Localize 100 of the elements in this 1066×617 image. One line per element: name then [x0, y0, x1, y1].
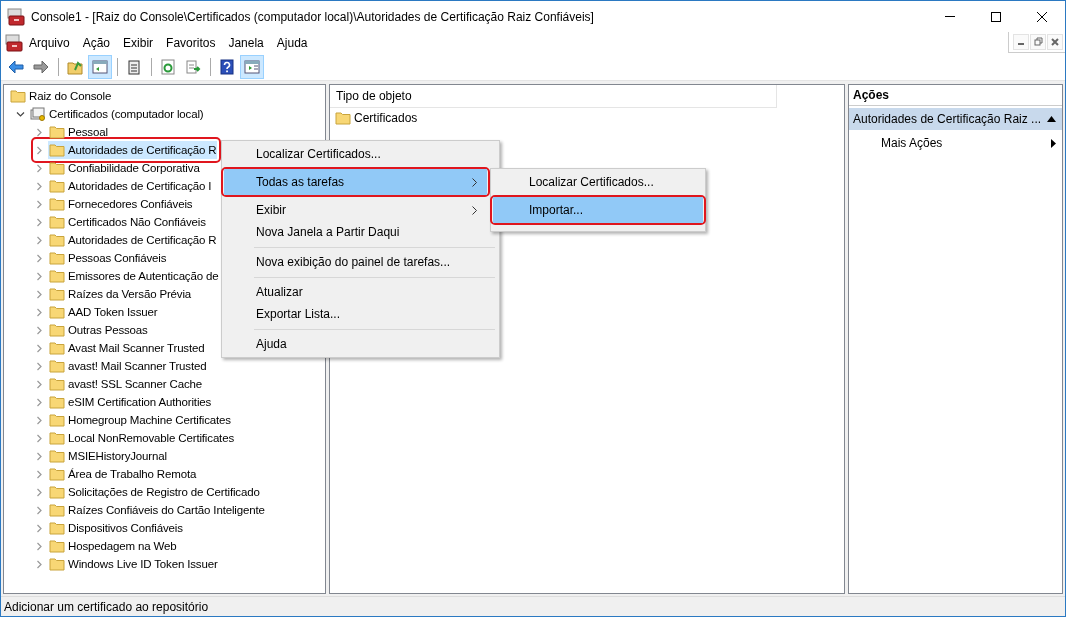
tree-item[interactable]: Dispositivos Confiáveis: [48, 519, 184, 537]
folder-icon: [49, 143, 65, 157]
expand-chevron-icon[interactable]: [35, 361, 44, 371]
tree-item[interactable]: MSIEHistoryJournal: [48, 447, 168, 465]
expand-chevron-icon[interactable]: [35, 397, 44, 407]
minimize-button[interactable]: [1013, 33, 1029, 50]
menu-item[interactable]: Localizar Certificados...: [493, 171, 703, 193]
tree-item[interactable]: Solicitações de Registro de Certificado: [48, 483, 261, 501]
expand-chevron-icon[interactable]: [35, 127, 44, 137]
column-header[interactable]: Tipo de objeto: [330, 85, 777, 108]
tree-item[interactable]: Pessoal: [48, 123, 109, 141]
expand-chevron-icon[interactable]: [35, 469, 44, 479]
tree-item[interactable]: Pessoas Confiáveis: [48, 249, 168, 267]
maximize-icon: [991, 11, 1001, 22]
tree-item[interactable]: Fornecedores Confiáveis: [48, 195, 194, 213]
folder-icon: [49, 395, 65, 409]
menu-item[interactable]: Exibir: [224, 199, 487, 221]
expand-chevron-icon[interactable]: [35, 235, 44, 245]
expand-chevron-icon[interactable]: [35, 433, 44, 443]
expand-chevron-icon[interactable]: [35, 505, 44, 515]
menu-item[interactable]: Favoritos: [160, 33, 222, 53]
expand-chevron-icon[interactable]: [35, 541, 44, 551]
menu-item[interactable]: Nova Janela a Partir Daqui: [224, 221, 487, 243]
action-item[interactable]: Mais Ações: [849, 132, 1062, 154]
expand-chevron-icon[interactable]: [35, 451, 44, 461]
expand-chevron-icon[interactable]: [35, 307, 44, 317]
expand-chevron-icon[interactable]: [35, 271, 44, 281]
expand-chevron-icon[interactable]: [35, 523, 44, 533]
tree-item-label: Raiz do Console: [29, 90, 112, 102]
folder-icon: [49, 521, 65, 535]
tree-item-label: Raízes da Versão Prévia: [68, 288, 192, 300]
tree-item[interactable]: Raízes Confiáveis do Cartão Inteligente: [48, 501, 266, 519]
menu-item[interactable]: Ajuda: [270, 33, 314, 53]
back-arrow-icon: [8, 59, 24, 75]
close-button[interactable]: [1047, 33, 1063, 50]
collapse-chevron-icon[interactable]: [16, 109, 25, 119]
tree-item[interactable]: Certificados (computador local): [29, 105, 205, 123]
expand-chevron-icon[interactable]: [35, 145, 44, 155]
tree-item[interactable]: Certificados Não Confiáveis: [48, 213, 207, 231]
expand-chevron-icon[interactable]: [35, 487, 44, 497]
folder-icon: [49, 125, 65, 139]
tree-item[interactable]: avast! SSL Scanner Cache: [48, 375, 204, 393]
restore-button[interactable]: [1030, 33, 1046, 50]
tree-item[interactable]: eSIM Certification Authorities: [48, 393, 213, 411]
expand-chevron-icon[interactable]: [35, 163, 44, 173]
menu-item[interactable]: Janela: [222, 33, 270, 53]
actions-section-header[interactable]: Autoridades de Certificação Raiz ...: [849, 108, 1062, 130]
expand-chevron-icon[interactable]: [35, 217, 44, 227]
tree-item[interactable]: Raízes da Versão Prévia: [48, 285, 193, 303]
tree-item[interactable]: Autoridades de Certificação R: [48, 231, 218, 249]
folder-icon: [49, 485, 65, 499]
folder-icon: [49, 287, 65, 301]
menu-item[interactable]: Todas as tarefas: [224, 169, 487, 195]
tree-item-label: Outras Pessoas: [68, 324, 148, 336]
menu-item[interactable]: Exportar Lista...: [224, 303, 487, 325]
expand-chevron-icon[interactable]: [35, 415, 44, 425]
tree-item[interactable]: AAD Token Issuer: [48, 303, 159, 321]
tree-item[interactable]: Área de Trabalho Remota: [48, 465, 198, 483]
tree-item[interactable]: Homegroup Machine Certificates: [48, 411, 232, 429]
expand-chevron-icon[interactable]: [35, 199, 44, 209]
submenu-triangle-icon: [1051, 138, 1056, 148]
menu-item[interactable]: Nova exibição do painel de tarefas...: [224, 251, 487, 273]
tree-item[interactable]: Autoridades de Certificação R: [48, 141, 218, 159]
tree-item[interactable]: Hospedagem na Web: [48, 537, 178, 555]
menu-item[interactable]: Exibir: [117, 33, 160, 53]
menu-item[interactable]: Ação: [76, 33, 117, 53]
tree-item[interactable]: Avast Mail Scanner Trusted: [48, 339, 206, 357]
restore-icon: [1033, 37, 1043, 46]
menu-item[interactable]: Arquivo: [23, 33, 76, 53]
menu-item[interactable]: Ajuda: [224, 333, 487, 355]
tree-item-label: Local NonRemovable Certificates: [68, 432, 234, 444]
expand-chevron-icon[interactable]: [35, 325, 44, 335]
tree-item[interactable]: Windows Live ID Token Issuer: [48, 555, 219, 573]
tree-item[interactable]: Local NonRemovable Certificates: [48, 429, 235, 447]
expand-chevron-icon[interactable]: [35, 343, 44, 353]
tree-item[interactable]: Raiz do Console: [9, 87, 113, 105]
tree-item[interactable]: Emissores de Autenticação de: [48, 267, 220, 285]
expand-chevron-icon[interactable]: [35, 379, 44, 389]
expand-chevron-icon[interactable]: [35, 181, 44, 191]
panel-toggle-icon: [244, 59, 260, 75]
folder-icon: [49, 341, 65, 355]
tree-item-label: Windows Live ID Token Issuer: [68, 558, 218, 570]
folder-icon: [49, 233, 65, 247]
expand-chevron-icon[interactable]: [35, 253, 44, 263]
list-item[interactable]: Certificados: [330, 108, 844, 128]
folder-icon: [335, 111, 351, 125]
expand-chevron-icon[interactable]: [35, 559, 44, 569]
tree-item[interactable]: Confiabilidade Corporativa: [48, 159, 201, 177]
tree-item[interactable]: avast! Mail Scanner Trusted: [48, 357, 208, 375]
folder-icon: [49, 215, 65, 229]
tree-item[interactable]: Outras Pessoas: [48, 321, 149, 339]
expand-chevron-icon[interactable]: [35, 289, 44, 299]
menu-item[interactable]: Localizar Certificados...: [224, 143, 487, 165]
tree-item[interactable]: Autoridades de Certificação I: [48, 177, 213, 195]
tree-item-label: eSIM Certification Authorities: [68, 396, 212, 408]
menu-item[interactable]: Importar...: [493, 197, 703, 223]
tree-item-label: Pessoal: [68, 126, 108, 138]
close-icon: [1051, 37, 1059, 46]
menu-item[interactable]: Atualizar: [224, 281, 487, 303]
folder-icon: [49, 305, 65, 319]
